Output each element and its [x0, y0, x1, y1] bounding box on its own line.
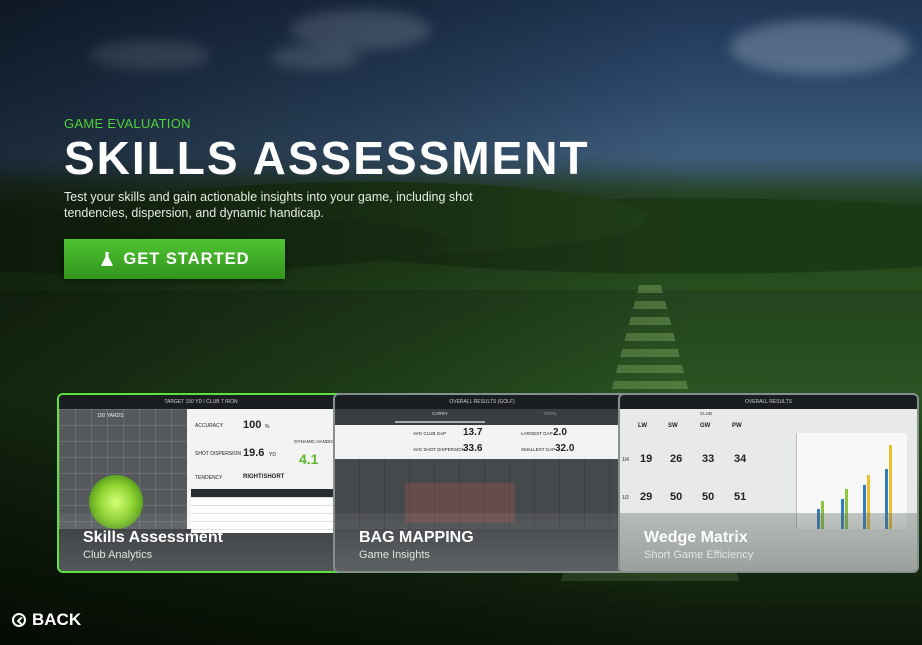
card-skills-assessment[interactable]: TARGET 150 YD / CLUB 7 IRON 150 YARDS AC… — [57, 393, 345, 573]
card-bag-mapping[interactable]: OVERALL RESULTS (GOLF) CARRY TOTAL AVG C… — [333, 393, 631, 573]
club-gap-label: AVG CLUB GAP — [413, 431, 447, 436]
eyebrow-label: GAME EVALUATION — [64, 116, 191, 131]
preview-header: TARGET 150 YD / CLUB 7 IRON — [59, 395, 343, 409]
page-title: SKILLS ASSESSMENT — [64, 132, 590, 184]
club-header: CLUB — [700, 411, 713, 416]
tendency-value: RIGHT/SHORT — [243, 474, 285, 480]
preview-header: OVERALL RESULTS (GOLF) — [335, 395, 629, 409]
page-description: Test your skills and gain actionable ins… — [64, 190, 473, 220]
cell: 34 — [734, 453, 747, 465]
cell: 50 — [702, 491, 715, 503]
cell: 19 — [640, 453, 653, 465]
handicap-value: 4.1 — [299, 451, 319, 467]
col-lw: LW — [638, 423, 647, 429]
card-subtitle: Game Insights — [359, 549, 430, 561]
card-title: Wedge Matrix — [644, 529, 748, 546]
accuracy-label: ACCURACY — [195, 423, 224, 429]
stats-panel: ACCURACY 100 % SHOT DISPERSION 19.6 YD T… — [187, 409, 343, 533]
metrics-row: AVG CLUB GAP 13.7 AVG SHOT DISPERSION 33… — [335, 425, 629, 459]
cell: 50 — [670, 491, 683, 503]
largest-gap-value: 2.0 — [553, 427, 567, 438]
dispersion-value: 19.6 — [243, 447, 265, 459]
yards-label: 150 YARDS — [97, 413, 124, 419]
row-label: 1/2 — [622, 495, 629, 501]
back-button[interactable]: BACK — [12, 610, 81, 630]
largest-gap-label: LARGEST GAP — [521, 431, 553, 436]
col-gw: GW — [700, 423, 711, 429]
accuracy-value: 100 — [243, 419, 262, 431]
cell: 51 — [734, 491, 747, 503]
preview-header: OVERALL RESULTS — [620, 395, 917, 409]
shot-dispersion-value: 33.6 — [463, 443, 483, 454]
smallest-gap-label: SMALLEST GAP — [521, 447, 556, 452]
get-started-button[interactable]: GET STARTED — [64, 239, 285, 279]
dispersion-unit: YD — [269, 452, 276, 458]
tab-carry: CARRY — [395, 411, 485, 423]
shot-dispersion-label: AVG SHOT DISPERSION — [413, 447, 465, 452]
get-started-label: GET STARTED — [123, 249, 250, 268]
cell: 26 — [670, 453, 683, 465]
tendency-label: TENDENCY — [195, 475, 223, 481]
col-pw: PW — [732, 423, 742, 429]
card-title: Skills Assessment — [83, 529, 223, 546]
target-grid: 150 YARDS — [59, 409, 187, 529]
back-label: BACK — [32, 610, 82, 629]
dispersion-label: SHOT DISPERSION — [195, 451, 242, 457]
cell: 33 — [702, 453, 715, 465]
flask-icon — [101, 252, 113, 266]
card-title: BAG MAPPING — [359, 529, 474, 546]
card-subtitle: Club Analytics — [83, 549, 153, 561]
back-arrow-icon — [12, 613, 26, 627]
smallest-gap-value: 32.0 — [555, 443, 575, 454]
card-subtitle: Short Game Efficiency — [644, 549, 754, 561]
card-wedge-matrix[interactable]: OVERALL RESULTS CLUB LW SW GW PW 1/4 19 … — [618, 393, 919, 573]
col-sw: SW — [668, 423, 678, 429]
row-label: 1/4 — [622, 457, 629, 463]
tab-total: TOTAL — [542, 411, 558, 416]
accuracy-unit: % — [265, 424, 270, 430]
cell: 29 — [640, 491, 653, 503]
club-gap-value: 13.7 — [463, 427, 483, 438]
